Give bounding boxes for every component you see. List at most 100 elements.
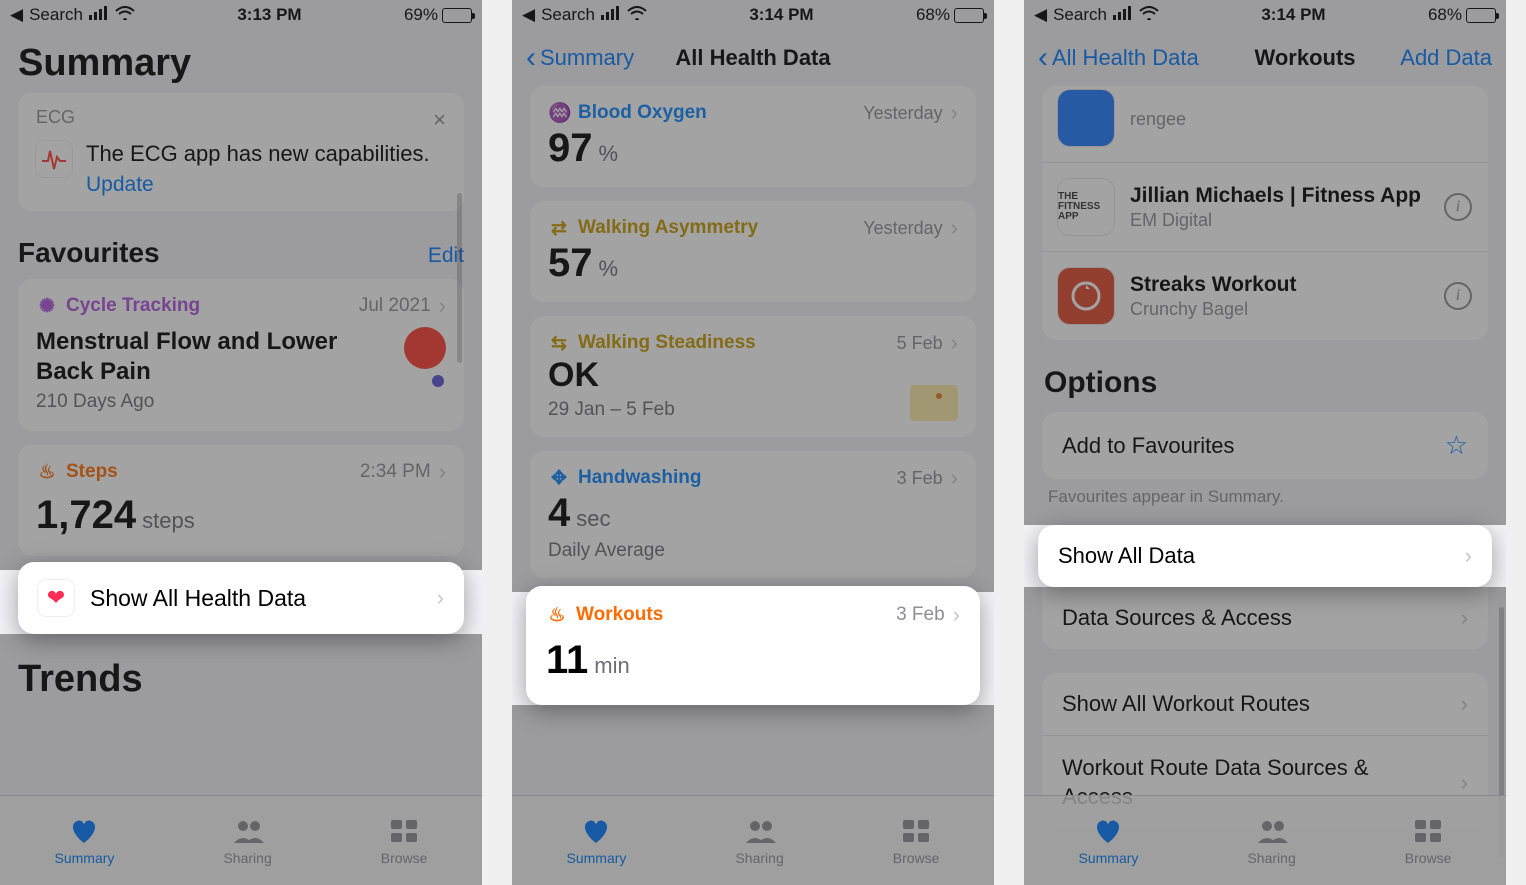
- back-button[interactable]: ‹ All Health Data: [1038, 43, 1199, 73]
- chevron-right-icon: ›: [1461, 691, 1468, 717]
- tabbar-dim: Summary Sharing Browse: [0, 795, 482, 885]
- tab-browse[interactable]: Browse: [1405, 816, 1452, 866]
- steps-card[interactable]: ♨ Steps 2:34 PM › 1,724 steps: [18, 445, 464, 556]
- steadiness-icon: ⇆: [548, 332, 570, 355]
- ecg-card[interactable]: ECG × The ECG app has new capabilities. …: [18, 93, 464, 211]
- walking-steadiness-tile[interactable]: ⇆Walking Steadiness 5 Feb› OK 29 Jan – 5…: [530, 316, 976, 437]
- signal-icon: [601, 5, 621, 25]
- tab-browse[interactable]: Browse: [893, 816, 940, 866]
- tab-bar: Summary Sharing Browse: [1024, 795, 1506, 885]
- chevron-left-icon: ‹: [526, 43, 536, 73]
- favourites-group: Add to Favourites ☆: [1042, 412, 1488, 479]
- cycle-title: Menstrual Flow and Lower Back Pain: [36, 327, 390, 387]
- apps-list: rengee THE FITNESS APP Jillian Michaels …: [1042, 86, 1488, 340]
- cycle-graphic: [404, 327, 446, 413]
- status-bar: ◀ Search 3:13 PM 69%: [0, 0, 482, 30]
- app-row-jillian[interactable]: THE FITNESS APP Jillian Michaels | Fitne…: [1042, 163, 1488, 252]
- nav-bar: ‹ Summary All Health Data: [512, 30, 994, 86]
- heart-icon: ❤: [38, 580, 74, 616]
- wifi-icon: [1139, 5, 1159, 25]
- page-title: Summary: [0, 30, 482, 93]
- lungs-icon: ♒: [548, 101, 570, 125]
- add-data-button[interactable]: Add Data: [1400, 45, 1492, 71]
- screen-workouts: ◀ Search 3:14 PM 68% ‹ All Health Data W…: [1024, 0, 1506, 885]
- app-icon: [1058, 90, 1114, 146]
- signal-icon: [1113, 5, 1133, 25]
- cycle-sub: 210 Days Ago: [36, 391, 390, 413]
- info-icon[interactable]: i: [1444, 193, 1472, 221]
- show-all-health-data-button[interactable]: ❤ Show All Health Data ›: [18, 562, 464, 634]
- show-workout-routes-button[interactable]: Show All Workout Routes ›: [1042, 673, 1488, 736]
- workouts-tile[interactable]: ♨Workouts 3 Feb› 11min: [526, 586, 980, 705]
- handwashing-tile[interactable]: ✥Handwashing 3 Feb› 4sec Daily Average: [530, 451, 976, 578]
- add-to-favourites-button[interactable]: Add to Favourites ☆: [1042, 412, 1488, 479]
- flame-icon: ♨: [546, 604, 568, 627]
- show-all-data-button[interactable]: Show All Data ›: [1038, 525, 1492, 587]
- favourites-header: Favourites Edit: [0, 231, 482, 279]
- back-button[interactable]: ‹ Summary: [526, 43, 634, 73]
- app-icon: [1058, 268, 1114, 324]
- cycle-icon: ✺: [36, 295, 58, 318]
- tab-sharing[interactable]: Sharing: [735, 816, 783, 866]
- cycle-tracking-card[interactable]: ✺ Cycle Tracking Jul 2021 › Menstrual Fl…: [18, 279, 464, 431]
- screen-all-health-data: ◀ Search 3:14 PM 68% ‹ Summary All Healt…: [512, 0, 994, 885]
- walking-asymmetry-tile[interactable]: ⇄Walking Asymmetry Yesterday› 57%: [530, 201, 976, 302]
- tab-summary[interactable]: Summary: [1079, 816, 1139, 866]
- screen-summary: ◀ Search 3:13 PM 69% Summary ECG: [0, 0, 482, 885]
- chevron-left-icon: ‹: [1038, 43, 1048, 73]
- cycle-date: Jul 2021: [359, 295, 431, 317]
- ecg-tag: ECG: [36, 107, 75, 133]
- close-icon[interactable]: ×: [433, 107, 446, 133]
- status-bar: ◀ Search 3:14 PM 68%: [512, 0, 994, 30]
- back-to-app-label[interactable]: Search: [29, 5, 83, 25]
- sources-group: Data Sources & Access ›: [1042, 587, 1488, 649]
- steps-time: 2:34 PM: [360, 461, 431, 483]
- battery-indicator: 69%: [404, 5, 472, 25]
- tab-browse[interactable]: Browse: [381, 816, 428, 866]
- tab-summary[interactable]: Summary: [567, 816, 627, 866]
- grid-icon: [1411, 816, 1445, 846]
- star-outline-icon: ☆: [1445, 430, 1468, 461]
- dimmed-region-2: Data Sources & Access › Show All Workout…: [1024, 587, 1506, 885]
- back-to-app-icon[interactable]: ◀: [522, 5, 535, 25]
- ecg-update-link[interactable]: Update: [86, 173, 430, 197]
- people-icon: [1255, 816, 1289, 846]
- chevron-right-icon: ›: [437, 585, 444, 611]
- back-to-app-label[interactable]: Search: [1053, 5, 1107, 25]
- info-icon[interactable]: i: [1444, 282, 1472, 310]
- chevron-right-icon: ›: [1461, 770, 1468, 796]
- dimmed-region-2: Trends: [0, 634, 482, 795]
- back-to-app-icon[interactable]: ◀: [1034, 5, 1047, 25]
- back-to-app-label[interactable]: Search: [541, 5, 595, 25]
- favourites-note: Favourites appear in Summary.: [1024, 487, 1506, 525]
- signal-icon: [89, 5, 109, 25]
- cycle-tracking-label: ✺ Cycle Tracking: [36, 295, 200, 318]
- steps-value: 1,724 steps: [36, 493, 446, 538]
- dimmed-region-2: Summary Sharing Browse: [512, 705, 994, 885]
- chevron-right-icon: ›: [951, 215, 958, 241]
- chevron-right-icon: ›: [439, 293, 446, 319]
- ecg-icon: [36, 141, 72, 177]
- data-sources-button[interactable]: Data Sources & Access ›: [1042, 587, 1488, 649]
- handwash-icon: ✥: [548, 467, 570, 490]
- chevron-right-icon: ›: [953, 602, 960, 628]
- blood-oxygen-tile[interactable]: ♒Blood Oxygen Yesterday› 97%: [530, 86, 976, 187]
- clock: 3:14 PM: [749, 5, 813, 25]
- chevron-right-icon: ›: [439, 459, 446, 485]
- people-icon: [231, 816, 265, 846]
- chevron-right-icon: ›: [1465, 543, 1472, 569]
- app-row-truncated[interactable]: rengee: [1042, 86, 1488, 163]
- app-row-streaks[interactable]: Streaks Workout Crunchy Bagel i: [1042, 252, 1488, 340]
- dimmed-region: ◀ Search 3:14 PM 68% ‹ Summary All Healt…: [512, 0, 994, 592]
- heart-fill-icon: [1091, 816, 1125, 846]
- tab-sharing[interactable]: Sharing: [223, 816, 271, 866]
- dimmed-region: ◀ Search 3:13 PM 69% Summary ECG: [0, 0, 482, 570]
- chevron-right-icon: ›: [951, 100, 958, 126]
- ecg-text: The ECG app has new capabilities.: [86, 141, 430, 167]
- tab-sharing[interactable]: Sharing: [1247, 816, 1295, 866]
- heart-fill-icon: [579, 816, 613, 846]
- tab-summary[interactable]: Summary: [55, 816, 115, 866]
- favourites-heading: Favourites: [18, 237, 160, 269]
- scroll-indicator: [457, 193, 462, 363]
- back-to-app-icon[interactable]: ◀: [10, 5, 23, 25]
